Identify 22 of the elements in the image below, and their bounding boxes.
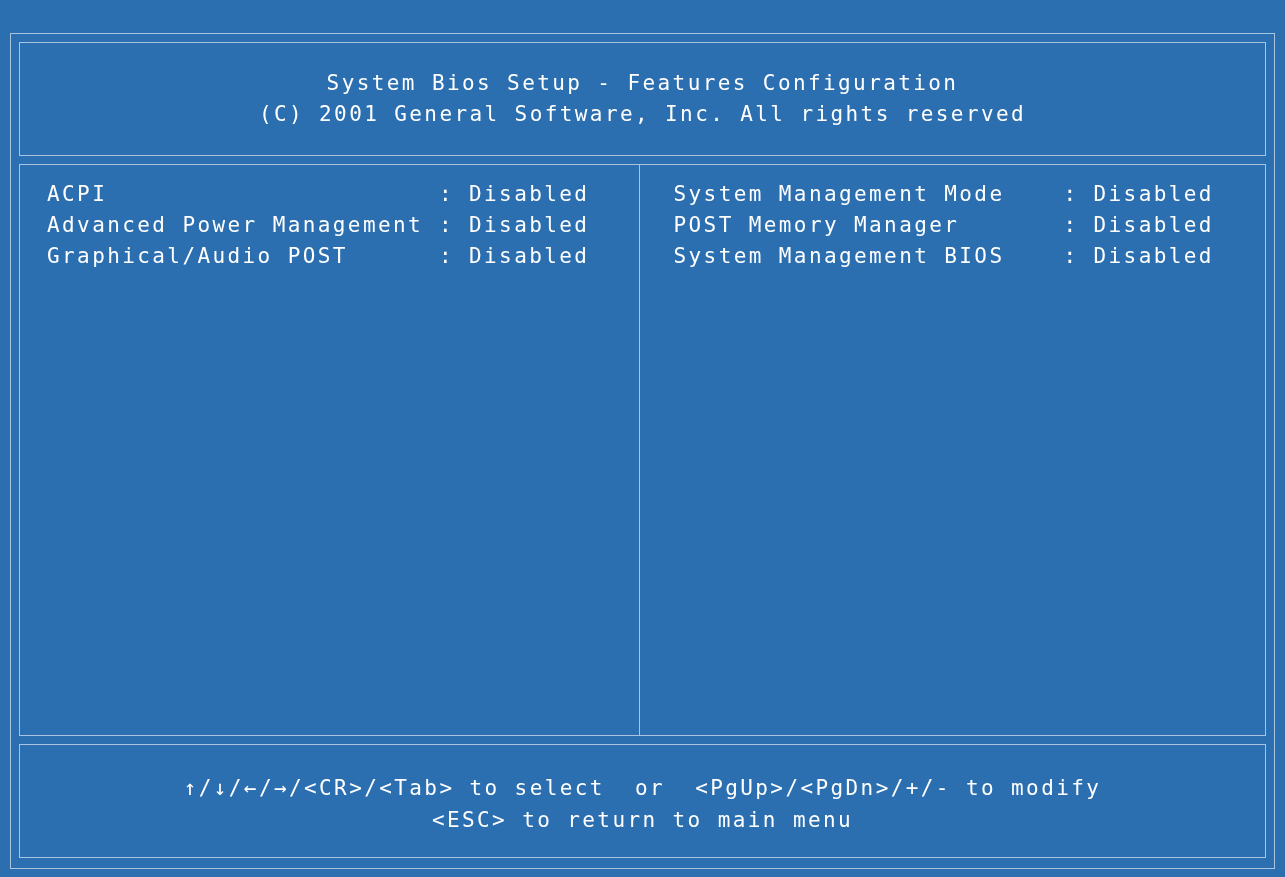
setting-label: ACPI	[47, 181, 109, 208]
setting-label: Advanced Power Management	[47, 212, 425, 239]
setting-label: System Management BIOS	[673, 243, 1006, 270]
setting-value[interactable]: Disabled	[469, 179, 590, 210]
setting-label: System Management Mode	[673, 181, 1006, 208]
setting-value[interactable]: Disabled	[469, 210, 590, 241]
setting-separator: :	[1063, 181, 1080, 208]
help-text: ↑/↓/←/→/<CR>/<Tab> to select or <PgUp>/<PgDn>/+/- to modify	[183, 775, 1102, 802]
setting-separator: :	[439, 181, 456, 208]
setting-separator: :	[1063, 243, 1080, 270]
setting-value[interactable]: Disabled	[1093, 179, 1214, 210]
setting-label: POST Memory Manager	[673, 212, 961, 239]
setting-separator: :	[1063, 212, 1080, 239]
setting-value[interactable]: Disabled	[1093, 210, 1214, 241]
copyright-text: (C) 2001 General Software, Inc. All rights reserved	[258, 101, 1027, 128]
setting-value[interactable]: Disabled	[1093, 241, 1214, 272]
setting-separator: :	[439, 243, 456, 270]
setup-title: System Bios Setup - Features Configuration	[326, 70, 959, 97]
setting-label: Graphical/Audio POST	[47, 243, 349, 270]
help-text: <ESC> to return to main menu	[431, 807, 854, 834]
setting-value[interactable]: Disabled	[469, 241, 590, 272]
setting-separator: :	[439, 212, 456, 239]
